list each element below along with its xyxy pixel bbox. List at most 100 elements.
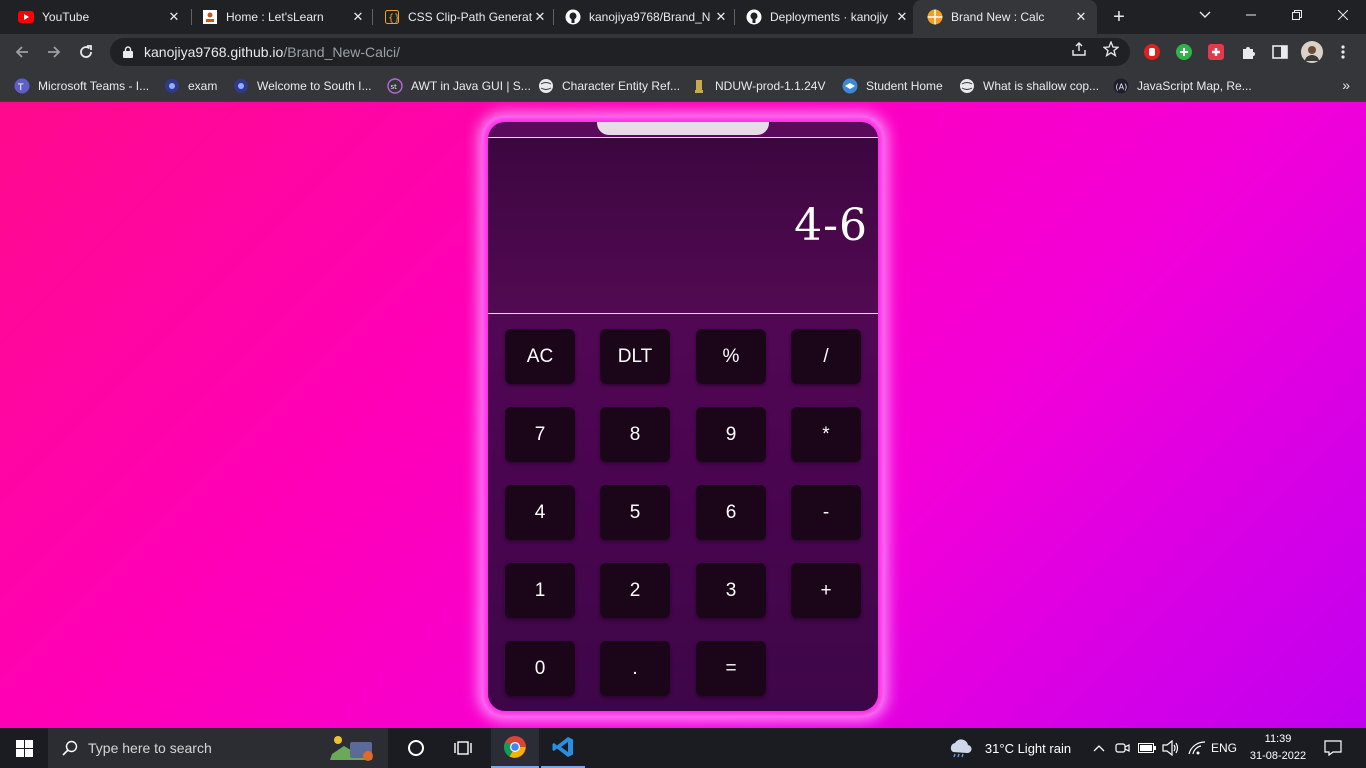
windows-logo-icon: [15, 739, 33, 757]
digit-7-button[interactable]: 7: [505, 407, 575, 462]
tab-search-button[interactable]: [1182, 0, 1228, 30]
digit-1-button[interactable]: 1: [505, 563, 575, 618]
keypad: AC DLT % / 7 8 9 * 4 5 6 - 1 2 3 + 0 . =: [505, 329, 861, 699]
weather-text[interactable]: 31°C Light rain: [978, 728, 1078, 768]
lock-icon[interactable]: [120, 44, 136, 60]
tab-letslearn[interactable]: Home : Let'sLearn ✕: [184, 0, 374, 34]
close-icon[interactable]: ✕: [713, 9, 729, 25]
tab-brand-new-calc[interactable]: Brand New : Calc ✕: [913, 0, 1097, 34]
battery-icon[interactable]: [1136, 728, 1158, 768]
digit-3-button[interactable]: 3: [696, 563, 766, 618]
equals-button[interactable]: =: [696, 641, 766, 696]
calculator-display: 4-6: [488, 138, 878, 314]
page-background: 4-6 AC DLT % / 7 8 9 * 4 5 6 - 1 2 3 + 0…: [0, 102, 1366, 728]
taskbar-search-box[interactable]: Type here to search: [48, 728, 388, 768]
medical-extension-icon[interactable]: [1207, 43, 1225, 61]
new-tab-button[interactable]: +: [1108, 6, 1130, 28]
close-icon[interactable]: ✕: [166, 9, 182, 25]
digit-0-button[interactable]: 0: [505, 641, 575, 696]
profile-avatar[interactable]: [1300, 40, 1324, 64]
digit-5-button[interactable]: 5: [600, 485, 670, 540]
meet-now-icon[interactable]: [1112, 728, 1132, 768]
subtract-button[interactable]: -: [791, 485, 861, 540]
taskbar-clock[interactable]: 11:39 31-08-2022: [1248, 731, 1308, 765]
bookmark-south[interactable]: Welcome to South I...: [233, 70, 372, 101]
delete-button[interactable]: DLT: [600, 329, 670, 384]
bookmark-character-entity[interactable]: Character Entity Ref...: [538, 70, 680, 101]
wifi-icon[interactable]: [1186, 728, 1208, 768]
decimal-button[interactable]: .: [600, 641, 670, 696]
close-icon[interactable]: ✕: [350, 9, 366, 25]
digit-6-button[interactable]: 6: [696, 485, 766, 540]
close-icon: [1338, 10, 1348, 20]
percent-button[interactable]: %: [696, 329, 766, 384]
digit-9-button[interactable]: 9: [696, 407, 766, 462]
adblock-extension-icon[interactable]: [1143, 43, 1161, 61]
clear-button[interactable]: AC: [505, 329, 575, 384]
divide-button[interactable]: /: [791, 329, 861, 384]
tab-title: YouTube: [42, 10, 90, 24]
chevron-up-icon[interactable]: [1090, 728, 1108, 768]
close-window-button[interactable]: [1320, 0, 1366, 30]
teams-icon: T: [14, 78, 30, 94]
digit-8-button[interactable]: 8: [600, 407, 670, 462]
tab-clippy[interactable]: {} CSS Clip-Path Generat ✕: [366, 0, 556, 34]
github-icon: [565, 9, 581, 25]
globe-icon: [538, 78, 554, 94]
reload-button[interactable]: [74, 40, 98, 64]
notifications-icon[interactable]: [1318, 728, 1348, 768]
close-icon[interactable]: ✕: [532, 9, 548, 25]
svg-text:st: st: [391, 83, 398, 91]
tab-github-repo[interactable]: kanojiya9768/Brand_N ✕: [547, 0, 737, 34]
tab-title: kanojiya9768/Brand_N: [589, 10, 711, 24]
bookmark-label: Student Home: [866, 78, 943, 93]
bookmark-shallow-copy[interactable]: What is shallow cop...: [959, 70, 1099, 101]
search-icon: [62, 740, 78, 756]
weather-cloud-icon[interactable]: [946, 728, 974, 768]
forward-button[interactable]: [42, 40, 66, 64]
bookmark-student-home[interactable]: Student Home: [842, 70, 943, 101]
close-icon[interactable]: ✕: [894, 9, 910, 25]
arrow-left-icon: [15, 46, 28, 58]
multiply-button[interactable]: *: [791, 407, 861, 462]
bookmark-js-map[interactable]: (A) JavaScript Map, Re...: [1113, 70, 1252, 101]
clock-date: 31-08-2022: [1249, 750, 1307, 762]
bookmark-exam[interactable]: exam: [164, 70, 217, 101]
cortana-button[interactable]: [396, 728, 436, 768]
taskbar-vscode[interactable]: [541, 728, 585, 768]
bookmark-label: What is shallow cop...: [983, 78, 1100, 93]
address-bar[interactable]: kanojiya9768.github.io/Brand_New-Calci/: [110, 38, 1130, 66]
taskbar-chrome[interactable]: [491, 728, 539, 768]
chevron-right-icon[interactable]: »: [1342, 77, 1350, 93]
bookmark-nduw[interactable]: NDUW-prod-1.1.24V: [691, 70, 825, 101]
bookmark-label: AWT in Java GUI | S...: [411, 78, 531, 93]
add-button[interactable]: +: [791, 563, 861, 618]
task-view-button[interactable]: [443, 728, 483, 768]
start-button[interactable]: [0, 728, 48, 768]
bookmark-awt[interactable]: st AWT in Java GUI | S...: [387, 70, 531, 101]
plus-extension-icon[interactable]: [1175, 43, 1193, 61]
tab-youtube[interactable]: YouTube ✕: [0, 0, 190, 34]
digit-4-button[interactable]: 4: [505, 485, 575, 540]
js-icon: (A): [1113, 78, 1129, 94]
digit-2-button[interactable]: 2: [600, 563, 670, 618]
minimize-icon: [1246, 14, 1256, 16]
speaker-icon[interactable]: [1160, 728, 1182, 768]
calc-favicon-icon: [927, 9, 943, 25]
restore-button[interactable]: [1274, 0, 1320, 30]
student-icon: [842, 78, 858, 94]
more-menu-icon[interactable]: [1334, 43, 1352, 61]
bookmark-label: exam: [188, 78, 218, 93]
language-indicator[interactable]: ENG: [1210, 728, 1238, 768]
bookmark-teams[interactable]: T Microsoft Teams - I...: [14, 70, 149, 101]
puzzle-extensions-icon[interactable]: [1239, 43, 1257, 61]
share-icon[interactable]: [1070, 40, 1088, 58]
bookmark-label: Microsoft Teams - I...: [38, 78, 150, 93]
restore-icon: [1292, 10, 1302, 20]
tab-deployments[interactable]: Deployments · kanojiy ✕: [728, 0, 918, 34]
side-panel-icon[interactable]: [1271, 43, 1289, 61]
minimize-button[interactable]: [1228, 0, 1274, 30]
close-icon[interactable]: ✕: [1073, 9, 1089, 25]
bookmark-star-icon[interactable]: [1102, 40, 1120, 58]
back-button[interactable]: [10, 40, 34, 64]
